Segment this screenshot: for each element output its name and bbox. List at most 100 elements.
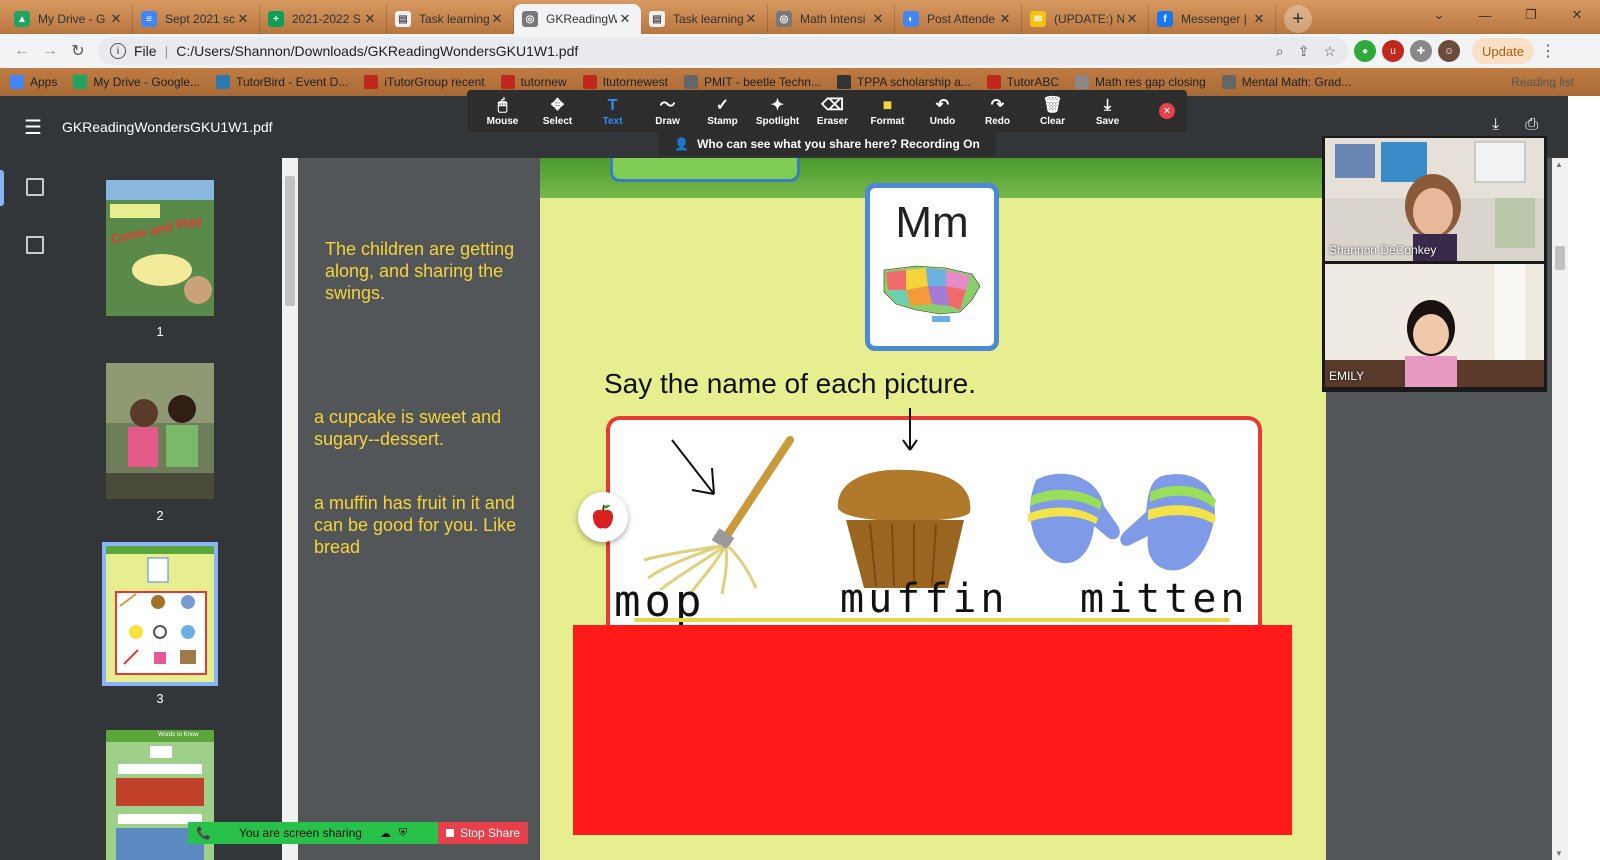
tool-save[interactable]: ⤓ Save [1080,91,1135,131]
thumbnail-scroll-thumb[interactable] [285,176,295,306]
restore-icon[interactable]: ❐ [1508,0,1554,30]
tool-draw[interactable]: 〜 Draw [640,91,695,131]
note-cupcake[interactable]: a cupcake is sweet and sugary--dessert. [314,406,529,450]
browser-tab[interactable]: ◐ Post Attende ✕ [895,4,1022,34]
bookmark-star-icon[interactable]: ☆ [1323,43,1336,60]
download-icon[interactable]: ⤓ [1492,116,1499,136]
tab-close-icon[interactable]: ✕ [1124,11,1140,27]
tool-format[interactable]: ■ Format [860,91,915,131]
reload-icon[interactable]: ↻ [64,41,92,61]
browser-tab[interactable]: ✉ (UPDATE:) N ✕ [1022,4,1149,34]
facebook-icon: f [1157,11,1173,27]
tab-close-icon[interactable]: ✕ [997,11,1013,27]
tool-mouse[interactable]: 🖱 Mouse [475,91,530,131]
browser-tab[interactable]: ▤ Task learning ✕ [641,4,768,34]
tool-label: Undo [929,115,956,127]
browser-tab[interactable]: f Messenger | ✕ [1149,4,1276,34]
print-icon[interactable]: ⎙ [1525,116,1538,136]
update-button[interactable]: Update [1472,38,1534,64]
minimize-icon[interactable]: — [1462,0,1508,30]
bookmark-item[interactable]: iTutorGroup recent [364,75,485,89]
recording-notice[interactable]: 👤 Who can see what you share here? Recor… [658,132,996,156]
menu-icon[interactable]: ☰ [24,115,42,140]
annotation-notes: The children are getting along, and shar… [298,158,540,860]
tool-stamp[interactable]: ✓ Stamp [695,91,750,131]
bookmark-label: My Drive - Google... [93,75,201,89]
zoom-lens-icon[interactable]: ⌕ [1276,43,1284,60]
tab-close-icon[interactable]: ✕ [362,11,378,27]
tool-clear[interactable]: 🗑 Clear [1025,91,1080,131]
browser-tab[interactable]: +2021-2022 S ✕ [260,4,387,34]
extension-puzzle-icon[interactable]: ● [1354,40,1376,62]
stop-share-button[interactable]: Stop Share [438,822,528,844]
bookmark-item[interactable]: My Drive - Google... [73,75,200,89]
tab-search-icon[interactable]: ⌄ [1416,0,1462,30]
tool-redo[interactable]: ↷ Redo [970,91,1025,131]
browser-tab[interactable]: ◎ Math Intensi ✕ [768,4,895,34]
tool-spotlight[interactable]: ✦ Spotlight [750,91,805,131]
back-icon[interactable]: ← [8,42,36,60]
tab-close-icon[interactable]: ✕ [870,11,886,27]
tool-text[interactable]: T Text [585,91,640,131]
tab-list: ▲ My Drive - G ✕ ≡ Sept 2021 sc ✕ +2021-2022 S… [6,4,1276,34]
bookmark-item[interactable]: Apps [10,75,57,89]
page-scrollbar[interactable]: ▲ ▼ [1552,158,1568,860]
tool-label: Redo [985,115,1010,127]
tab-close-icon[interactable]: ✕ [1251,11,1267,27]
browser-menu-icon[interactable]: ⋮ [1534,41,1562,61]
outline-view-icon[interactable] [26,236,44,254]
reading-list-button[interactable]: Reading list [1511,75,1574,89]
active-indicator [0,170,4,206]
tab-close-icon[interactable]: ✕ [743,11,759,27]
cover-rectangle[interactable] [573,625,1292,835]
thumbnails-view-icon[interactable] [26,178,44,196]
scroll-up-icon[interactable]: ▲ [1555,160,1563,169]
video-tile-shannon[interactable]: Shannon DeConkey [1325,138,1544,261]
new-tab-button[interactable]: + [1284,5,1312,33]
bookmark-item[interactable]: TutorBird - Event D... [216,75,348,89]
note-muffin[interactable]: a muffin has fruit in it and can be good… [314,492,529,558]
bookmark-favicon-icon [1221,75,1236,89]
forward-icon[interactable]: → [36,42,64,60]
browser-tab[interactable]: ▲ My Drive - G ✕ [6,4,133,34]
tab-close-icon[interactable]: ✕ [617,11,633,27]
thumbnail-page-3[interactable] [102,542,218,686]
tab-close-icon[interactable]: ✕ [235,11,251,27]
tab-close-icon[interactable]: ✕ [489,11,505,27]
bookmark-item[interactable]: TutorABC [986,75,1059,89]
note-swings[interactable]: The children are getting along, and shar… [325,238,525,304]
browser-tab[interactable]: ≡ Sept 2021 sc ✕ [133,4,260,34]
thumbnail-scrollbar[interactable] [282,158,298,860]
extensions-icon[interactable]: ✚ [1410,40,1432,62]
ublock-icon[interactable]: u [1382,40,1404,62]
browser-tab[interactable]: ▤ Task learning ✕ [387,4,514,34]
bookmark-item[interactable]: Mental Math: Grad... [1221,75,1351,89]
tool-undo[interactable]: ↶ Undo [915,91,970,131]
scroll-down-icon[interactable]: ▼ [1555,849,1563,858]
cloud-icon: ☁ [379,827,391,840]
tool-label: Mouse [486,115,519,127]
profile-avatar[interactable]: ☺ [1438,40,1460,62]
bookmark-item[interactable]: TPPA scholarship a... [836,75,971,89]
thumbnail-page-1[interactable]: Come and Play [106,180,214,316]
video-tile-emily[interactable]: EMILY [1325,264,1544,387]
thumbnail-number: 2 [156,508,164,523]
tool-select[interactable]: ✥ Select [530,91,585,131]
omnibox[interactable]: i File | C:/Users/Shannon/Downloads/GKRe… [98,37,1348,65]
bookmark-item[interactable]: tutornew [500,75,567,89]
url-text[interactable]: C:/Users/Shannon/Downloads/GKReadingWond… [176,43,1262,59]
bookmark-item[interactable]: PMIT - beetle Techn... [684,75,821,89]
page-scroll-thumb[interactable] [1555,246,1565,270]
phonics-banner [610,158,800,182]
close-annotation-icon[interactable]: ✕ [1159,103,1175,119]
bookmark-item[interactable]: Itutornewest [582,75,668,89]
bookmark-item[interactable]: Math res gap closing [1075,75,1206,89]
tool-eraser[interactable]: ⌫ Eraser [805,91,860,131]
close-window-icon[interactable]: ✕ [1554,0,1600,30]
thumbnail-page-2[interactable] [106,363,214,499]
tab-close-icon[interactable]: ✕ [108,11,124,27]
browser-tab[interactable]: ◎ GKReadingW ✕ [514,4,641,34]
share-icon[interactable]: ⇪ [1298,43,1310,60]
sharing-status[interactable]: 📞 You are screen sharing ☁ ⛨ [188,822,438,844]
info-icon[interactable]: i [110,43,126,59]
